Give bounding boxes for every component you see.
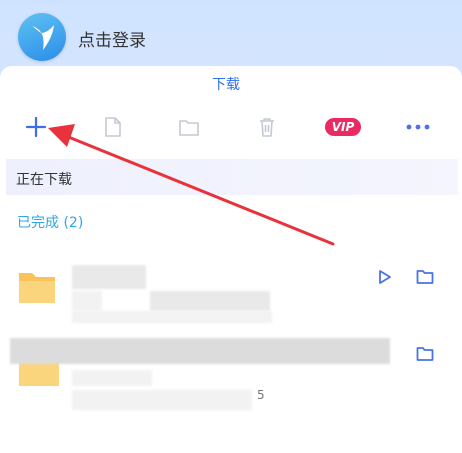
add-button[interactable] [22,110,50,144]
file-meta-redacted [150,291,270,311]
more-icon [406,124,430,130]
file-name-redacted [10,338,390,364]
file-icon [105,117,121,137]
login-link[interactable]: 点击登录 [78,26,146,51]
tab-completed[interactable]: 已完成 (2) [17,212,83,232]
play-icon[interactable] [378,269,392,285]
new-file-button[interactable] [100,110,126,144]
add-icon [25,116,47,138]
avatar[interactable] [18,13,66,61]
file-meta-redacted [72,311,272,323]
file-meta-fragment: 5 [257,388,265,402]
open-folder-button[interactable] [175,110,203,144]
list-item[interactable]: 5 [0,334,462,424]
tab-downloading[interactable]: 正在下载 [6,159,458,195]
vip-button[interactable]: VIP [323,110,363,144]
folder-icon [179,120,199,136]
file-meta-redacted [72,390,252,410]
app-logo-icon [32,25,54,50]
open-folder-icon[interactable] [416,346,434,362]
delete-button[interactable] [254,110,280,144]
more-button[interactable] [402,110,434,144]
toolbar: VIP [0,110,462,144]
folder-icon [19,273,55,303]
download-panel: 下载 VIP 正在下载 已完成 (2) 5 [0,66,462,453]
file-name-redacted [72,265,146,289]
trash-icon [260,118,274,137]
file-meta-redacted [72,370,152,386]
panel-title: 下载 [212,77,240,93]
file-meta-redacted [72,291,102,311]
open-folder-icon[interactable] [416,269,434,285]
header: 点击登录 [0,0,462,72]
list-item[interactable] [0,261,462,331]
vip-badge: VIP [324,118,362,136]
tab-downloading-label: 正在下载 [16,172,72,188]
